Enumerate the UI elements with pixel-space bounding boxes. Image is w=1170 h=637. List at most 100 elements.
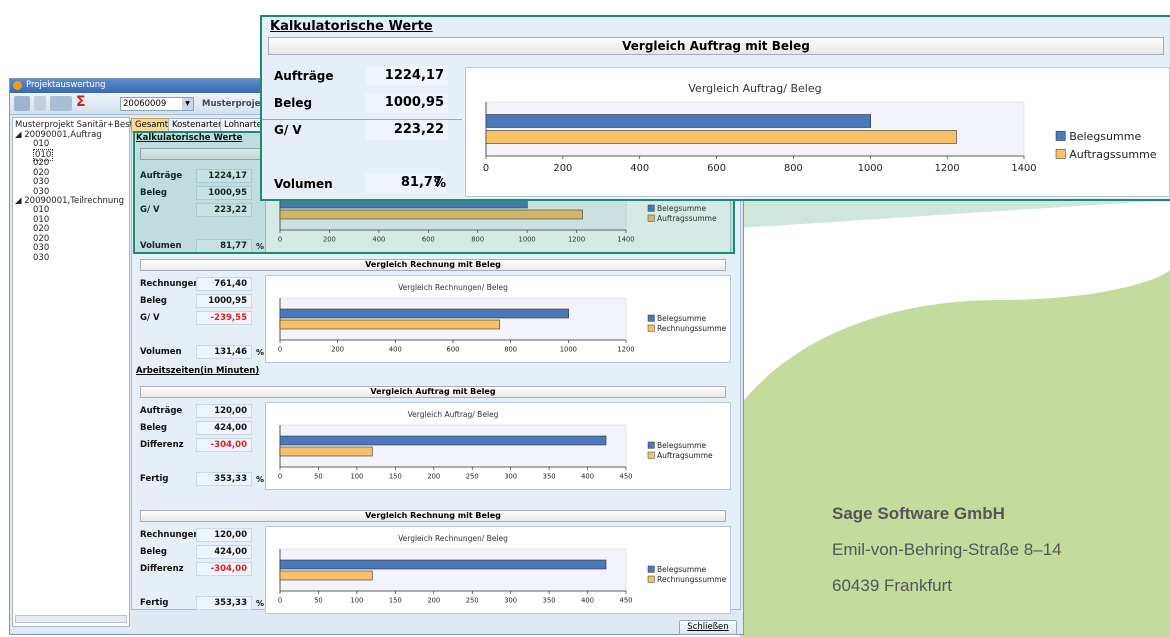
block-header: Vergleich Auftrag mit Beleg (140, 386, 726, 398)
chevron-down-icon[interactable]: ▼ (182, 98, 193, 110)
x-tick-label: 150 (389, 473, 402, 481)
footer-label: Fertig (140, 598, 169, 608)
tree-leaf[interactable]: 020 (33, 224, 49, 234)
x-tick-label: 200 (427, 473, 440, 481)
company-street: Emil-von-Behring-Straße 8–14 (832, 540, 1062, 559)
x-tick-label: 1000 (560, 346, 577, 354)
x-tick-label: 400 (581, 473, 594, 481)
legend-label: Belegsumme (1069, 130, 1141, 143)
bar-rechnungssumme (279, 570, 373, 581)
sum-icon[interactable]: Σ (76, 94, 86, 110)
export-icon[interactable] (50, 96, 72, 111)
footer-unit: % (256, 599, 265, 608)
tree-leaf[interactable]: 020 (33, 158, 49, 168)
row-value: 761,40 (196, 277, 252, 291)
tree-leaf[interactable]: 020 (33, 234, 49, 244)
tree-leaf[interactable]: 010 (33, 215, 49, 225)
legend-label: Rechnungssumme (657, 575, 727, 584)
comparison-block: Vergleich Rechnung mit Beleg Rechnungen … (132, 510, 740, 628)
tree-root[interactable]: Musterprojekt Sanitär+Bestell (15, 120, 143, 130)
x-tick-label: 200 (427, 597, 440, 605)
x-tick-label: 450 (620, 473, 633, 481)
tree-node[interactable]: ◢ 20090001,Auftrag (15, 130, 102, 140)
footer-value: 131,46 (196, 345, 252, 359)
row-label: Beleg (140, 423, 168, 433)
bar-auftragssumme (485, 130, 957, 144)
x-tick-label: 50 (314, 597, 323, 605)
chart-box: Vergleich Rechnungen/ Beleg 0 50 100 150 200 2… (265, 526, 731, 614)
tree-leaf[interactable]: 030 (33, 187, 49, 197)
value-row: Aufträge 120,00 (134, 404, 264, 419)
chart-svg: Vergleich Rechnungen/ Beleg 0 50 100 150 200 2… (278, 534, 727, 605)
legend-label: Auftragsumme (657, 451, 713, 460)
zoom-chart: Vergleich Auftrag/ Beleg 0 200 400 600 800 100… (465, 67, 1170, 197)
tree-leaf[interactable]: 010 (33, 205, 49, 215)
x-tick-label: 100 (350, 597, 363, 605)
x-tick-label: 1000 (858, 163, 883, 174)
chart-title: Vergleich Rechnungen/ Beleg (398, 534, 508, 543)
chart-box: Vergleich Rechnungen/ Beleg 0 200 400 600 800… (265, 275, 731, 363)
x-tick-label: 0 (278, 597, 282, 605)
legend-swatch (647, 441, 655, 449)
value-row: Beleg 424,00 (134, 421, 264, 436)
divider (262, 119, 462, 120)
row-value: 424,00 (196, 421, 252, 435)
zoom-kalk-title: Kalkulatorische Werte (270, 19, 433, 34)
window-title: Projektauswertung (26, 80, 106, 90)
row-label: G/ V (140, 313, 160, 323)
tree-node[interactable]: ◢ 20090001,Teilrechnung (15, 196, 124, 206)
tree-leaf[interactable]: 010 (33, 139, 49, 149)
tree-leaf[interactable]: 030 (33, 177, 49, 187)
zoom-row-value: 223,22 (366, 120, 448, 140)
x-tick-label: 1200 (935, 163, 960, 174)
footer-unit: % (256, 348, 265, 357)
x-tick-label: 800 (504, 346, 517, 354)
plot-area (485, 101, 1025, 157)
legend-swatch (1055, 148, 1066, 159)
x-tick-label: 350 (543, 597, 556, 605)
chart-box: Vergleich Auftrag/ Beleg 0 50 100 150 200 250 3… (265, 402, 731, 490)
tree-leaf[interactable]: 030 (33, 253, 49, 263)
value-row: Differenz -304,00 (134, 562, 264, 577)
zoom-row-value: 1224,17 (366, 66, 448, 86)
x-tick-label: 0 (278, 473, 282, 481)
tree-leaf[interactable]: 030 (33, 243, 49, 253)
zoom-volumen-label: Volumen (274, 177, 333, 191)
zoom-row-label: G/ V (274, 123, 302, 137)
horizontal-scrollbar[interactable] (15, 615, 127, 623)
print-icon[interactable] (14, 96, 30, 111)
x-tick-label: 600 (447, 346, 460, 354)
x-tick-label: 150 (389, 597, 402, 605)
zoom-chart-svg: Vergleich Auftrag/ Beleg 0 200 400 600 800 100… (483, 82, 1157, 174)
legend-label: Belegsumme (657, 441, 706, 450)
zoom-header: Vergleich Auftrag mit Beleg (268, 37, 1164, 55)
bar-belegsumme (279, 308, 569, 319)
app-icon (13, 81, 22, 90)
x-tick-label: 200 (331, 346, 344, 354)
plot-area (279, 548, 627, 592)
footer-row: Fertig 353,33 % (134, 596, 264, 611)
x-tick-label: 400 (389, 346, 402, 354)
project-select[interactable]: 20060009 ▼ (120, 97, 194, 111)
edit-icon[interactable] (34, 96, 46, 111)
x-tick-label: 1200 (617, 346, 634, 354)
row-value: -304,00 (196, 438, 252, 452)
tab-kostenarten[interactable]: Kostenarten (168, 118, 228, 132)
x-tick-label: 250 (466, 597, 479, 605)
row-value: 120,00 (196, 528, 252, 542)
legend-label: Belegsumme (657, 565, 706, 574)
x-tick-label: 300 (504, 597, 517, 605)
footer-row: Fertig 353,33 % (134, 472, 264, 487)
row-label: Aufträge (140, 406, 183, 416)
row-value: 1000,95 (196, 294, 252, 308)
x-tick-label: 50 (314, 473, 323, 481)
chart-svg: Vergleich Auftrag/ Beleg 0 50 100 150 200 250 3… (278, 410, 713, 481)
plot-area (279, 424, 627, 468)
tree-leaf[interactable]: 020 (33, 168, 49, 178)
legend-label: Belegsumme (657, 314, 706, 323)
footer-value: 353,33 (196, 472, 252, 486)
tab-gesamt[interactable]: Gesamt (131, 118, 173, 132)
value-row: Rechnungen 120,00 (134, 528, 264, 543)
row-value: 120,00 (196, 404, 252, 418)
close-button[interactable]: Schließen (679, 620, 737, 635)
